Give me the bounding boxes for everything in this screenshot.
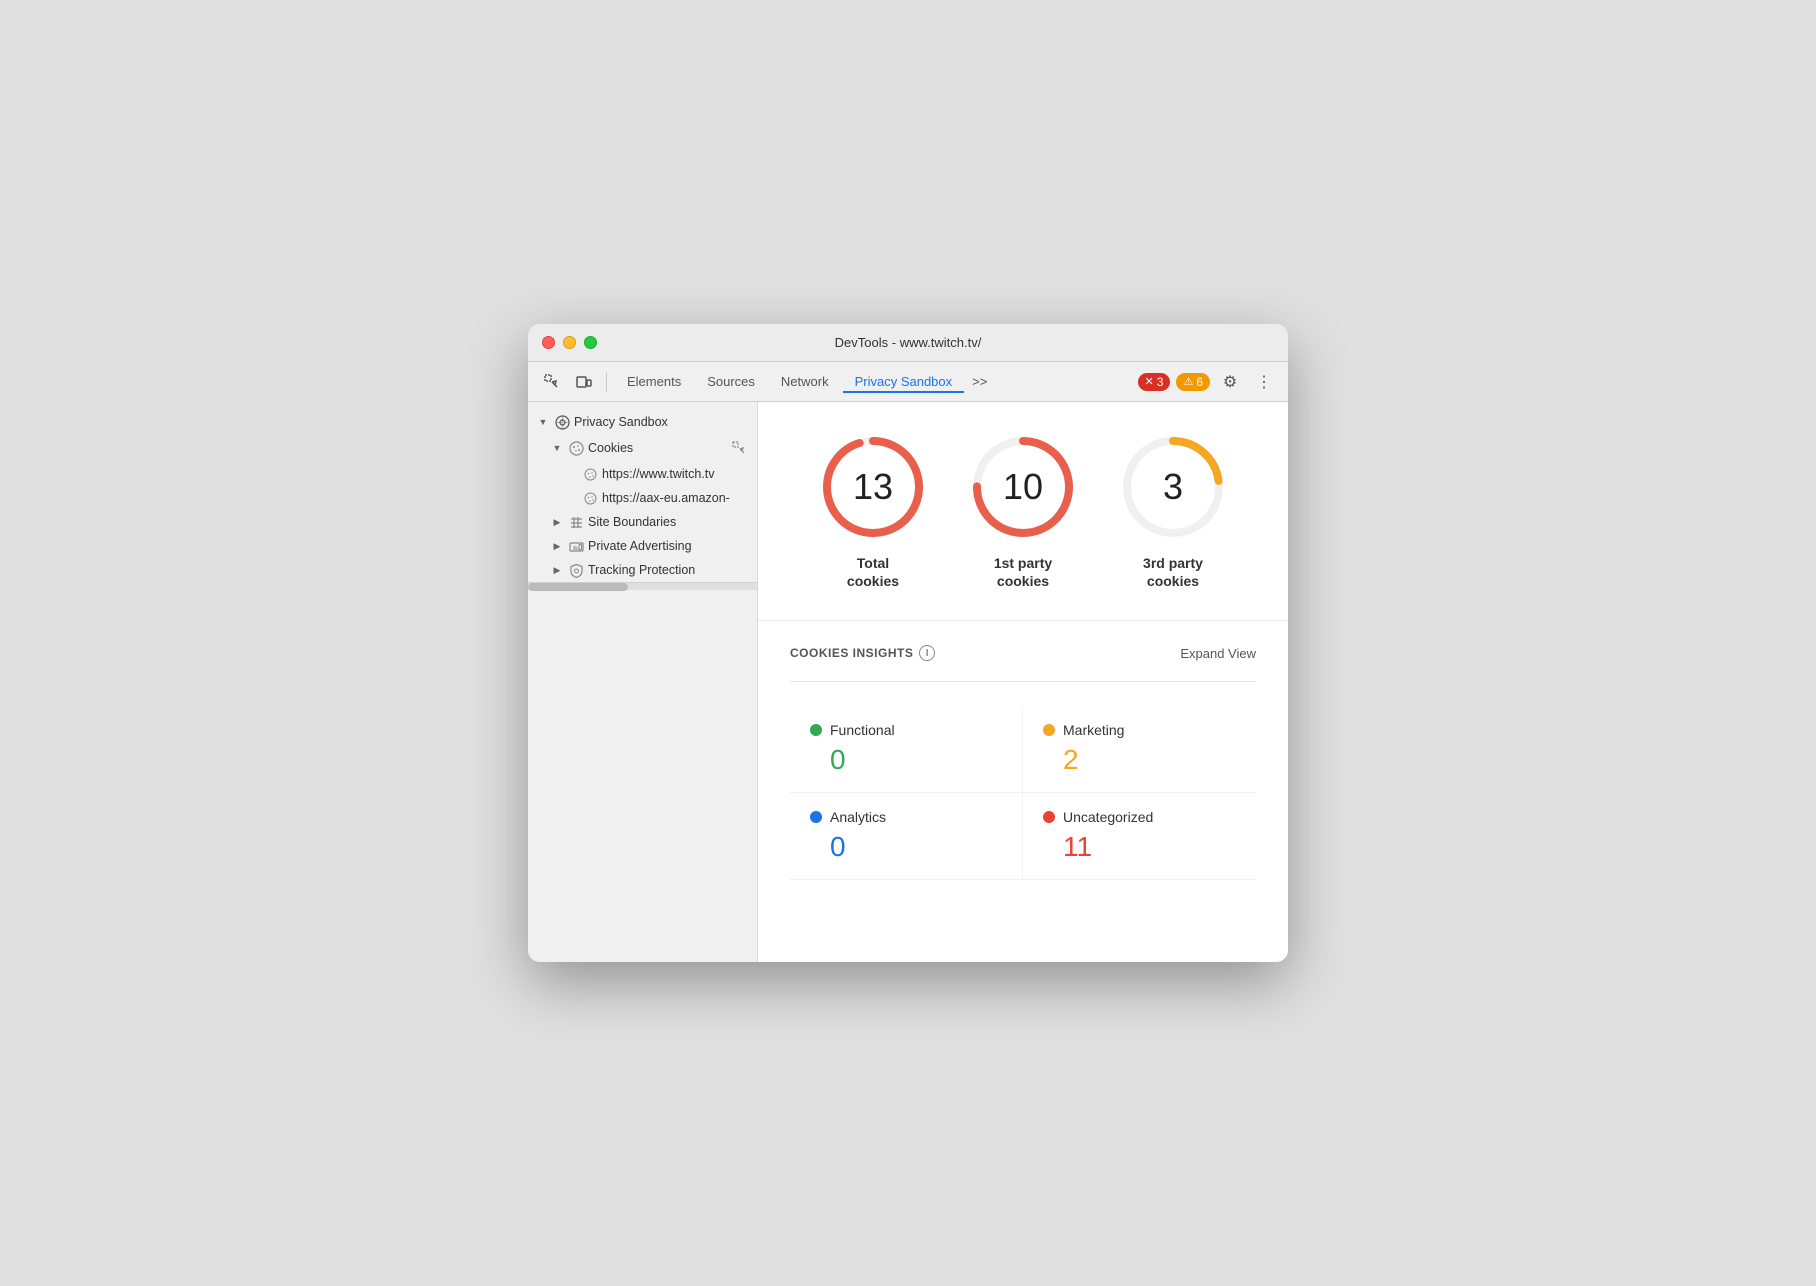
device-toggle-icon[interactable] (570, 368, 598, 396)
devtools-window: DevTools - www.twitch.tv/ Elements Sourc… (528, 324, 1288, 962)
private-advertising-icon (568, 538, 584, 554)
third-party-cookies-number: 3 (1163, 466, 1183, 508)
tab-network[interactable]: Network (769, 370, 841, 393)
total-cookies-ring: 13 (818, 432, 928, 542)
third-party-cookies-ring: 3 (1118, 432, 1228, 542)
amazon-url-cookie-icon (582, 490, 598, 506)
sidebar-item-privacy-sandbox[interactable]: ▼ Privacy Sandbox (528, 410, 757, 434)
title-bar: DevTools - www.twitch.tv/ (528, 324, 1288, 362)
uncategorized-label-row: Uncategorized (1043, 809, 1236, 825)
marketing-label: Marketing (1063, 722, 1124, 738)
window-title: DevTools - www.twitch.tv/ (835, 335, 982, 350)
marketing-label-row: Marketing (1043, 722, 1236, 738)
functional-label: Functional (830, 722, 895, 738)
insights-divider (790, 681, 1256, 682)
site-boundaries-icon (568, 514, 584, 530)
twitch-url-cookie-icon (582, 466, 598, 482)
sidebar-item-twitch-url[interactable]: ▶ https://www.twitch.tv (528, 462, 757, 486)
total-cookies-stat: 13 Total cookies (818, 432, 928, 590)
insights-info-icon[interactable]: i (919, 645, 935, 661)
analytics-dot (810, 811, 822, 823)
third-party-cookies-label: 3rd party cookies (1143, 554, 1203, 590)
warning-count: 6 (1196, 375, 1203, 389)
sidebar: ▼ Privacy Sandbox ▼ (528, 402, 758, 962)
more-options-icon[interactable]: ⋮ (1250, 368, 1278, 396)
cookies-expand-icon: ▼ (550, 441, 564, 455)
marketing-value: 2 (1043, 744, 1236, 776)
functional-dot (810, 724, 822, 736)
tracking-protection-icon (568, 562, 584, 578)
cookies-action-icon[interactable] (729, 438, 749, 458)
error-x-icon: ✕ (1145, 375, 1154, 388)
insights-title-container: COOKIES INSIGHTS i (790, 645, 935, 661)
third-party-cookies-stat: 3 3rd party cookies (1118, 432, 1228, 590)
insight-analytics: Analytics 0 (790, 793, 1023, 880)
tab-elements[interactable]: Elements (615, 370, 693, 393)
more-tabs-button[interactable]: >> (966, 370, 993, 393)
analytics-label-row: Analytics (810, 809, 1002, 825)
total-cookies-number: 13 (853, 466, 893, 508)
cookies-icon (568, 440, 584, 456)
uncategorized-dot (1043, 811, 1055, 823)
toolbar: Elements Sources Network Privacy Sandbox… (528, 362, 1288, 402)
minimize-button[interactable] (563, 336, 576, 349)
first-party-cookies-ring: 10 (968, 432, 1078, 542)
insights-header: COOKIES INSIGHTS i Expand View (790, 645, 1256, 661)
sidebar-label-cookies: Cookies (588, 441, 725, 455)
sidebar-item-amazon-url[interactable]: ▶ https://aax-eu.amazon- (528, 486, 757, 510)
traffic-lights (542, 336, 597, 349)
uncategorized-value: 11 (1043, 831, 1236, 863)
tracking-protection-expand-icon: ▶ (550, 563, 564, 577)
sidebar-scrollbar[interactable] (528, 582, 757, 590)
stats-section: 13 Total cookies 10 (758, 402, 1288, 621)
private-advertising-expand-icon: ▶ (550, 539, 564, 553)
expand-arrow-icon: ▼ (536, 415, 550, 429)
functional-label-row: Functional (810, 722, 1002, 738)
first-party-cookies-label: 1st party cookies (994, 554, 1052, 590)
sidebar-scrollbar-thumb[interactable] (528, 583, 628, 591)
main-area: ▼ Privacy Sandbox ▼ (528, 402, 1288, 962)
tab-bar: Elements Sources Network Privacy Sandbox… (615, 370, 1134, 393)
insight-marketing: Marketing 2 (1023, 706, 1256, 793)
insight-functional: Functional 0 (790, 706, 1023, 793)
error-badge[interactable]: ✕ 3 (1138, 373, 1171, 391)
first-party-cookies-number: 10 (1003, 466, 1043, 508)
toolbar-divider (606, 372, 607, 392)
insights-grid: Functional 0 Marketing 2 (790, 706, 1256, 880)
expand-view-button[interactable]: Expand View (1180, 646, 1256, 661)
functional-value: 0 (810, 744, 1002, 776)
insights-section: COOKIES INSIGHTS i Expand View Functiona… (758, 621, 1288, 962)
sidebar-item-site-boundaries[interactable]: ▶ Site Boundaries (528, 510, 757, 534)
selector-tool-icon[interactable] (538, 368, 566, 396)
warning-badge[interactable]: ⚠ 6 (1176, 373, 1210, 391)
settings-gear-icon[interactable]: ⚙ (1216, 368, 1244, 396)
sidebar-label-privacy-sandbox: Privacy Sandbox (574, 415, 749, 429)
maximize-button[interactable] (584, 336, 597, 349)
analytics-label: Analytics (830, 809, 886, 825)
sidebar-label-twitch-url: https://www.twitch.tv (602, 467, 749, 481)
first-party-cookies-stat: 10 1st party cookies (968, 432, 1078, 590)
warning-icon: ⚠ (1183, 375, 1193, 388)
marketing-dot (1043, 724, 1055, 736)
insight-uncategorized: Uncategorized 11 (1023, 793, 1256, 880)
sidebar-item-cookies[interactable]: ▼ Cookies (528, 434, 757, 462)
sidebar-label-private-advertising: Private Advertising (588, 539, 749, 553)
sidebar-label-tracking-protection: Tracking Protection (588, 563, 749, 577)
tab-sources[interactable]: Sources (695, 370, 767, 393)
sidebar-item-private-advertising[interactable]: ▶ Private Advertising (528, 534, 757, 558)
close-button[interactable] (542, 336, 555, 349)
site-boundaries-expand-icon: ▶ (550, 515, 564, 529)
uncategorized-label: Uncategorized (1063, 809, 1153, 825)
content-panel: 13 Total cookies 10 (758, 402, 1288, 962)
insights-title-text: COOKIES INSIGHTS (790, 646, 913, 660)
analytics-value: 0 (810, 831, 1002, 863)
tab-privacy-sandbox[interactable]: Privacy Sandbox (843, 370, 965, 393)
sidebar-label-site-boundaries: Site Boundaries (588, 515, 749, 529)
toolbar-right: ✕ 3 ⚠ 6 ⚙ ⋮ (1138, 368, 1278, 396)
error-count: 3 (1157, 375, 1164, 389)
sidebar-item-tracking-protection[interactable]: ▶ Tracking Protection (528, 558, 757, 582)
privacy-sandbox-icon (554, 414, 570, 430)
sidebar-label-amazon-url: https://aax-eu.amazon- (602, 491, 749, 505)
total-cookies-label: Total cookies (847, 554, 899, 590)
